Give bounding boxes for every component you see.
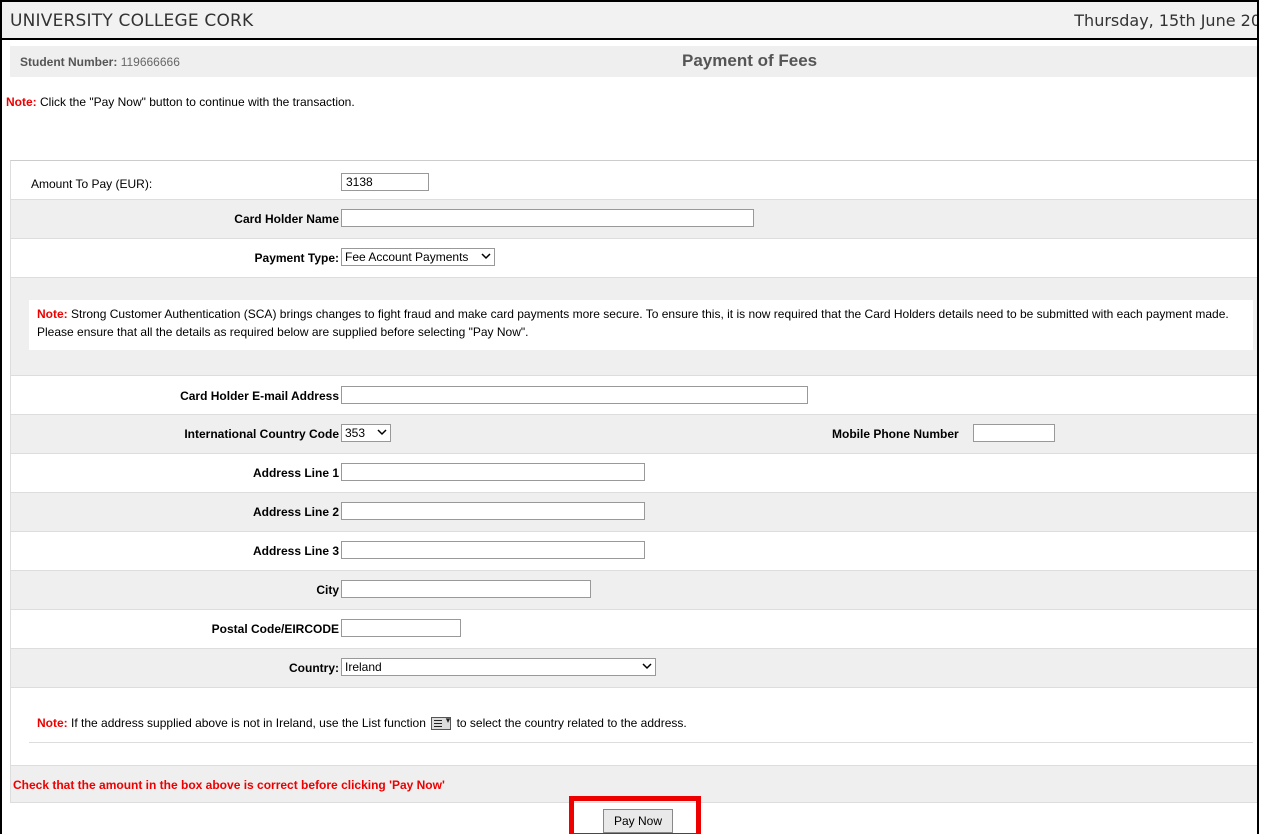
payment-form: Amount To Pay (EUR): Card Holder Name Pa…: [10, 160, 1257, 803]
amount-input[interactable]: [341, 173, 429, 191]
country-row: Country: Ireland: [11, 649, 1257, 688]
postal-input[interactable]: [341, 619, 461, 637]
student-header-row: Student Number: 119666666 Payment of Fee…: [10, 46, 1257, 77]
divider: [29, 742, 1253, 743]
current-date: Thursday, 15th June 20: [1074, 11, 1259, 30]
sca-note: Note: Strong Customer Authentication (SC…: [29, 300, 1253, 350]
address-note-row: Note: If the address supplied above is n…: [11, 688, 1257, 766]
country-code-value: 353: [345, 426, 366, 440]
brand-title: UNIVERSITY COLLEGE CORK: [10, 11, 254, 31]
sca-note-row: Note: Strong Customer Authentication (SC…: [11, 278, 1257, 376]
pay-now-highlight: Pay Now: [569, 796, 701, 834]
chevron-down-icon: [642, 663, 652, 670]
list-function-icon: [431, 715, 452, 731]
sca-note-text: Strong Customer Authentication (SCA) bri…: [37, 307, 1229, 339]
mobile-input[interactable]: [973, 424, 1055, 442]
address-note-prefix: Note:: [37, 716, 68, 730]
note-text: Click the "Pay Now" button to continue w…: [36, 95, 355, 109]
top-bar: UNIVERSITY COLLEGE CORK Thursday, 15th J…: [2, 2, 1259, 40]
page-title: Payment of Fees: [682, 51, 818, 70]
payment-type-row: Payment Type: Fee Account Payments: [11, 239, 1257, 278]
country-select[interactable]: Ireland: [341, 658, 656, 676]
address-note-text-2: to select the country related to the add…: [453, 716, 687, 730]
chevron-down-icon: [377, 429, 387, 436]
payment-type-label: Payment Type:: [254, 251, 339, 265]
phone-row: International Country Code 353 Mobile Ph…: [11, 415, 1257, 454]
mobile-label: Mobile Phone Number: [832, 427, 959, 441]
pay-now-button[interactable]: Pay Now: [603, 809, 673, 833]
sca-note-prefix: Note:: [37, 307, 68, 321]
address1-input[interactable]: [341, 463, 645, 481]
address3-row: Address Line 3: [11, 532, 1257, 571]
payment-type-select[interactable]: Fee Account Payments: [341, 248, 495, 266]
amount-label: Amount To Pay (EUR):: [31, 177, 153, 191]
payment-type-value: Fee Account Payments: [345, 250, 469, 264]
address1-label: Address Line 1: [252, 466, 339, 480]
address-note: Note: If the address supplied above is n…: [29, 715, 1257, 731]
card-holder-row: Card Holder Name: [11, 200, 1257, 239]
student-number: Student Number: 119666666: [20, 55, 180, 69]
postal-row: Postal Code/EIRCODE: [11, 610, 1257, 649]
chevron-down-icon: [481, 253, 491, 260]
top-note: Note: Click the "Pay Now" button to cont…: [6, 95, 355, 109]
student-number-value: 119666666: [120, 55, 180, 69]
check-amount-warning: Check that the amount in the box above i…: [13, 778, 445, 792]
country-code-select[interactable]: 353: [341, 424, 391, 442]
card-holder-input[interactable]: [341, 209, 754, 227]
country-label: Country:: [289, 661, 339, 675]
address1-row: Address Line 1: [11, 454, 1257, 493]
city-row: City: [11, 571, 1257, 610]
postal-label: Postal Code/EIRCODE: [211, 622, 339, 636]
address3-label: Address Line 3: [252, 544, 339, 558]
note-prefix: Note:: [6, 95, 37, 109]
student-number-label: Student Number:: [20, 55, 118, 69]
email-label: Card Holder E-mail Address: [180, 389, 339, 403]
address2-input[interactable]: [341, 502, 645, 520]
card-holder-label: Card Holder Name: [234, 212, 339, 226]
email-input[interactable]: [341, 386, 808, 404]
amount-row: Amount To Pay (EUR):: [11, 161, 1257, 200]
address3-input[interactable]: [341, 541, 645, 559]
address2-label: Address Line 2: [252, 505, 339, 519]
page-frame: UNIVERSITY COLLEGE CORK Thursday, 15th J…: [0, 0, 1259, 834]
email-row: Card Holder E-mail Address: [11, 376, 1257, 415]
city-input[interactable]: [341, 580, 591, 598]
city-label: City: [316, 583, 339, 597]
address2-row: Address Line 2: [11, 493, 1257, 532]
address-note-text-1: If the address supplied above is not in …: [67, 716, 430, 730]
country-code-label: International Country Code: [184, 427, 339, 441]
country-value: Ireland: [345, 660, 382, 674]
